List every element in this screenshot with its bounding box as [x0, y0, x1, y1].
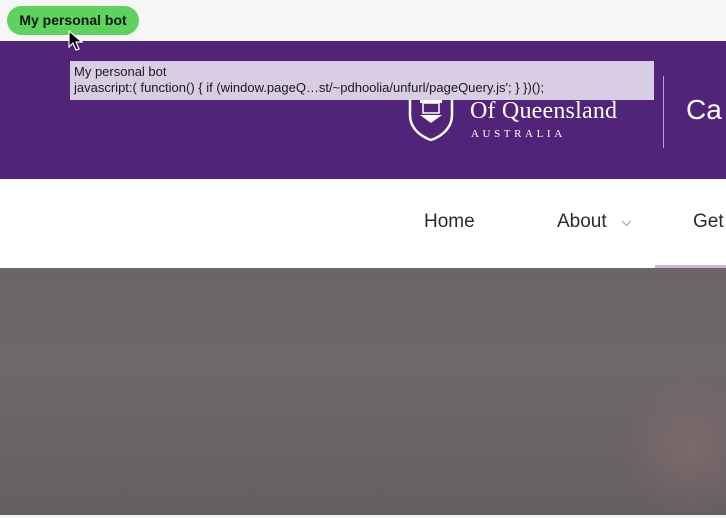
- nav-item-home[interactable]: Home: [424, 211, 475, 233]
- bookmark-tooltip: My personal bot javascript:( function() …: [70, 61, 654, 100]
- mouse-pointer-icon: [68, 30, 84, 51]
- hero-image: [0, 268, 726, 518]
- site-name[interactable]: Ca: [686, 94, 722, 126]
- nav-item-get[interactable]: Get: [693, 211, 724, 233]
- main-nav: Home About Get: [0, 179, 726, 268]
- chevron-down-icon[interactable]: [621, 220, 632, 227]
- tooltip-url: javascript:( function() { if (window.pag…: [74, 80, 545, 95]
- nav-item-about[interactable]: About: [557, 211, 607, 233]
- bookmarks-bar: My personal bot: [0, 0, 726, 41]
- university-name: Of Queensland: [470, 98, 618, 124]
- header-divider: [663, 76, 664, 148]
- hero-glow: [620, 378, 726, 518]
- university-country: AUSTRALIA: [471, 128, 566, 140]
- tooltip-title: My personal bot: [74, 64, 167, 79]
